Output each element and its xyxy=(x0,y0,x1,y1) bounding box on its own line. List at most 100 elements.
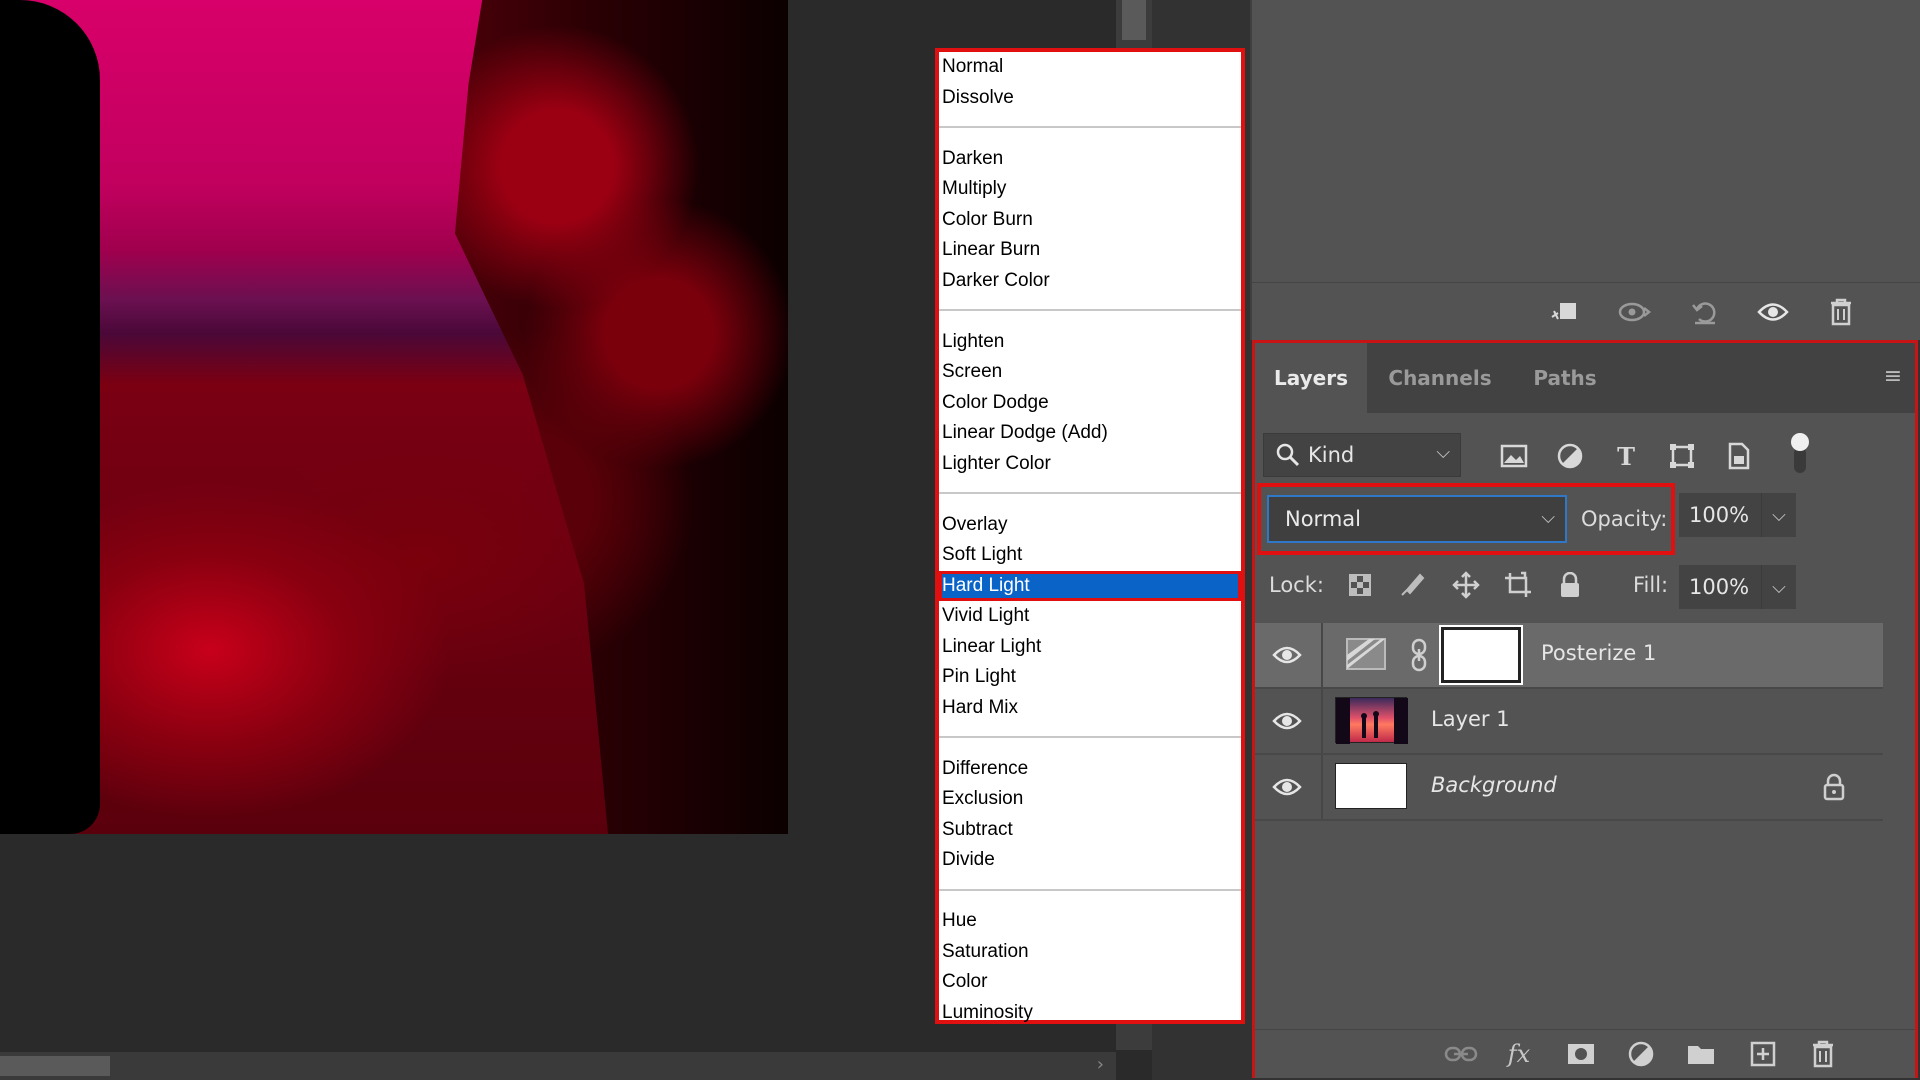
blend-mode-option[interactable]: Luminosity xyxy=(939,998,1241,1029)
lock-transparent-pixels-icon[interactable] xyxy=(1343,568,1377,602)
delete-layer-icon[interactable] xyxy=(1805,1036,1841,1072)
type-layer-filter-icon[interactable]: T xyxy=(1609,439,1643,473)
delete-icon[interactable] xyxy=(1824,295,1858,329)
blend-mode-option[interactable]: Lighter Color xyxy=(939,449,1241,480)
blend-mode-select[interactable]: Normal ⌵ xyxy=(1267,495,1567,543)
opacity-chevron-icon[interactable]: ⌵ xyxy=(1761,493,1796,537)
tab-channels[interactable]: Channels xyxy=(1367,343,1513,413)
eye-icon[interactable] xyxy=(1269,703,1305,739)
blend-mode-option[interactable]: Color Burn xyxy=(939,205,1241,236)
blend-mode-option[interactable]: Hard Light xyxy=(939,570,1241,601)
smart-object-filter-icon[interactable] xyxy=(1721,439,1755,473)
blend-mode-option[interactable]: Darker Color xyxy=(939,266,1241,297)
lock-label: Lock: xyxy=(1269,573,1324,597)
blend-mode-option[interactable]: Screen xyxy=(939,357,1241,388)
lock-all-icon[interactable] xyxy=(1553,568,1587,602)
menu-separator xyxy=(939,876,1241,907)
toggle-knob xyxy=(1791,433,1809,451)
fill-label: Fill: xyxy=(1633,573,1669,597)
horizontal-scrollbar[interactable]: › xyxy=(0,1052,1116,1080)
blend-mode-option[interactable]: Linear Dodge (Add) xyxy=(939,418,1241,449)
toggle-visibility-icon[interactable] xyxy=(1756,295,1790,329)
layer-mask-thumbnail[interactable] xyxy=(1439,625,1523,685)
scroll-thumb[interactable] xyxy=(1122,0,1146,40)
layer-name[interactable]: Layer 1 xyxy=(1431,707,1510,731)
blend-mode-highlight: Normal ⌵ Opacity: xyxy=(1257,483,1675,555)
new-layer-icon[interactable] xyxy=(1745,1036,1781,1072)
lock-icon xyxy=(1823,773,1847,801)
layer-row-posterize[interactable]: Posterize 1 xyxy=(1255,623,1883,689)
layer-row-background[interactable]: Background xyxy=(1255,755,1883,821)
blend-mode-option[interactable]: Darken xyxy=(939,144,1241,175)
shape-layer-filter-icon[interactable] xyxy=(1665,439,1699,473)
opacity-label: Opacity: xyxy=(1581,507,1668,531)
new-adjustment-layer-icon[interactable] xyxy=(1623,1036,1659,1072)
lock-artboard-icon[interactable] xyxy=(1501,568,1535,602)
layer-row-layer-1[interactable]: Layer 1 xyxy=(1255,689,1883,755)
layer-thumbnail[interactable] xyxy=(1335,763,1407,809)
blend-mode-option[interactable]: Vivid Light xyxy=(939,601,1241,632)
blend-mode-option[interactable]: Soft Light xyxy=(939,540,1241,571)
blend-mode-option[interactable]: Linear Light xyxy=(939,632,1241,663)
filter-kind-select[interactable]: Kind ⌵ xyxy=(1263,433,1461,477)
scroll-right-icon[interactable]: › xyxy=(1097,1054,1104,1075)
new-group-icon[interactable] xyxy=(1683,1036,1719,1072)
menu-separator xyxy=(939,296,1241,327)
adjustment-layer-filter-icon[interactable] xyxy=(1553,439,1587,473)
layers-footer-toolbar: fx xyxy=(1255,1029,1915,1078)
blend-mode-option[interactable]: Dissolve xyxy=(939,83,1241,114)
blend-mode-option[interactable]: Linear Burn xyxy=(939,235,1241,266)
search-icon xyxy=(1276,443,1300,467)
link-icon[interactable] xyxy=(1407,637,1431,673)
menu-separator xyxy=(939,479,1241,510)
tab-layers[interactable]: Layers xyxy=(1255,343,1367,413)
tab-paths[interactable]: Paths xyxy=(1513,343,1617,413)
opacity-input[interactable]: 100% xyxy=(1679,493,1761,537)
chevron-down-icon: ⌵ xyxy=(1541,507,1555,528)
rock-formation xyxy=(455,0,788,834)
layer-name[interactable]: Posterize 1 xyxy=(1541,641,1656,665)
panel-toolbar xyxy=(1252,282,1920,341)
blend-mode-option[interactable]: Subtract xyxy=(939,815,1241,846)
link-layers-icon[interactable] xyxy=(1443,1036,1479,1072)
row-divider xyxy=(1321,623,1323,687)
blend-mode-option[interactable]: Lighten xyxy=(939,327,1241,358)
lock-position-icon[interactable] xyxy=(1449,568,1483,602)
layer-thumbnail[interactable] xyxy=(1335,697,1408,744)
fill-chevron-icon[interactable]: ⌵ xyxy=(1761,565,1796,609)
properties-panel xyxy=(1250,0,1920,340)
blend-mode-option[interactable]: Multiply xyxy=(939,174,1241,205)
blend-mode-option[interactable]: Pin Light xyxy=(939,662,1241,693)
layers-panel: Layers Channels Paths ≡ Kind ⌵ T Normal … xyxy=(1252,340,1918,1078)
blend-mode-option[interactable]: Difference xyxy=(939,754,1241,785)
fx-icon[interactable]: fx xyxy=(1501,1036,1537,1072)
fill-input[interactable]: 100% xyxy=(1679,565,1761,609)
view-previous-state-icon[interactable] xyxy=(1618,295,1652,329)
blend-mode-option[interactable]: Overlay xyxy=(939,510,1241,541)
menu-separator xyxy=(939,113,1241,144)
blend-mode-option[interactable]: Color xyxy=(939,967,1241,998)
document-image[interactable] xyxy=(0,0,788,834)
scroll-thumb[interactable] xyxy=(0,1056,110,1076)
blend-mode-option[interactable]: Hue xyxy=(939,906,1241,937)
filter-toggle-switch[interactable] xyxy=(1791,433,1809,477)
blend-mode-option[interactable]: Normal xyxy=(939,52,1241,83)
eye-icon[interactable] xyxy=(1269,769,1305,805)
add-mask-icon[interactable] xyxy=(1563,1036,1599,1072)
row-divider xyxy=(1321,755,1323,819)
clip-to-layer-icon[interactable] xyxy=(1548,295,1582,329)
blend-mode-option[interactable]: Color Dodge xyxy=(939,388,1241,419)
blend-mode-dropdown[interactable]: Normal Dissolve Darken Multiply Color Burn Li… xyxy=(935,48,1245,1024)
lock-image-pixels-icon[interactable] xyxy=(1395,568,1429,602)
reset-icon[interactable] xyxy=(1688,295,1722,329)
blend-mode-option[interactable]: Hard Mix xyxy=(939,693,1241,724)
blend-mode-option[interactable]: Saturation xyxy=(939,937,1241,968)
layer-name[interactable]: Background xyxy=(1431,773,1557,797)
blend-mode-value: Normal xyxy=(1285,507,1361,531)
pixel-layer-filter-icon[interactable] xyxy=(1497,439,1531,473)
eye-icon[interactable] xyxy=(1269,637,1305,673)
panel-tabs: Layers Channels Paths ≡ xyxy=(1255,343,1915,413)
panel-menu-icon[interactable]: ≡ xyxy=(1881,365,1905,389)
blend-mode-option[interactable]: Exclusion xyxy=(939,784,1241,815)
blend-mode-option[interactable]: Divide xyxy=(939,845,1241,876)
